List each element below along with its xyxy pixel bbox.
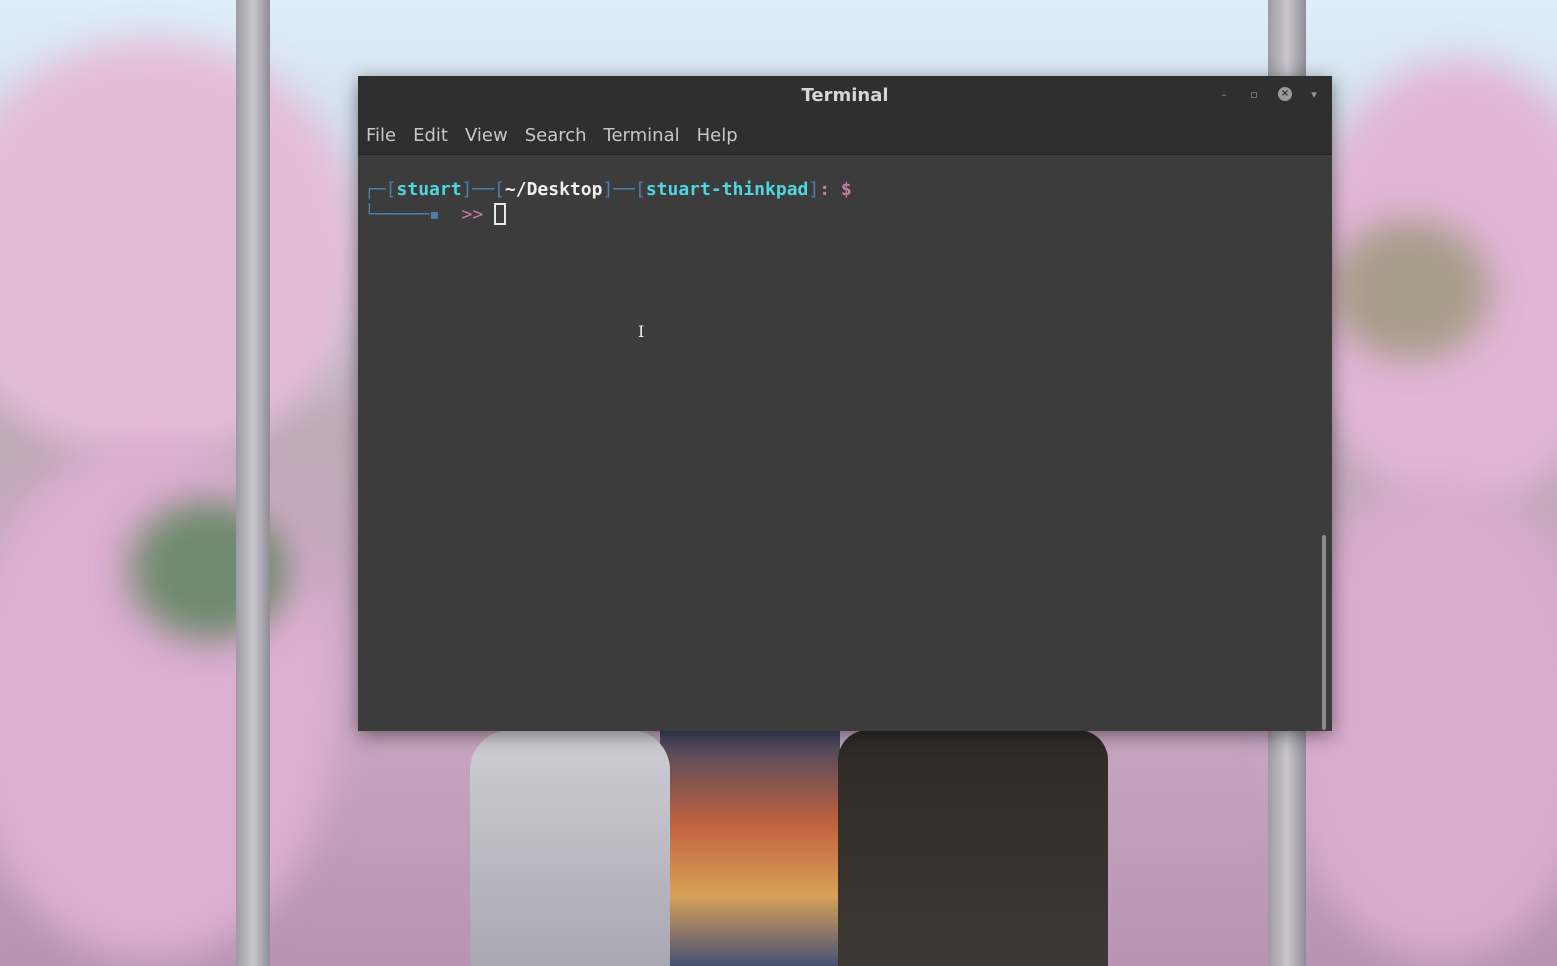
ibeam-cursor-icon: I xyxy=(638,322,645,341)
rock xyxy=(1330,220,1490,360)
menu-edit[interactable]: Edit xyxy=(405,125,456,146)
minimize-button[interactable]: – xyxy=(1216,87,1232,103)
prompt-separator: ]──[ xyxy=(602,179,646,200)
blossom-cluster xyxy=(0,40,360,460)
maximize-button[interactable]: ▫ xyxy=(1246,87,1262,103)
prompt-bracket-close: ] xyxy=(808,179,820,200)
pin-button[interactable]: ▾ xyxy=(1306,87,1322,103)
window-title: Terminal xyxy=(801,85,889,106)
city-view xyxy=(660,730,840,966)
menu-file[interactable]: File xyxy=(366,125,404,146)
title-bar[interactable]: Terminal – ▫ × ▾ xyxy=(358,76,1332,116)
continuation-prompt: >> xyxy=(461,204,484,225)
menu-search[interactable]: Search xyxy=(517,125,595,146)
prompt-colon: : xyxy=(819,179,831,200)
prompt-separator: ]──[ xyxy=(461,179,505,200)
prompt-user: stuart xyxy=(396,179,462,200)
prompt-symbol: $ xyxy=(840,179,852,200)
prompt-corner: ┌─[ xyxy=(364,179,397,200)
prompt-line: ┌─[stuart]──[~/Desktop]──[stuart-thinkpa… xyxy=(364,179,852,200)
scrollbar[interactable] xyxy=(1322,535,1326,730)
prompt-tail: └─────▪ xyxy=(364,204,462,225)
text-cursor xyxy=(494,203,507,225)
terminal-area[interactable]: ┌─[stuart]──[~/Desktop]──[stuart-thinkpa… xyxy=(358,155,1332,731)
menu-help[interactable]: Help xyxy=(689,125,746,146)
menu-bar: File Edit View Search Terminal Help xyxy=(358,116,1332,155)
input-line: └─────▪ >> xyxy=(364,203,507,225)
prompt-host: stuart-thinkpad xyxy=(645,179,809,200)
close-button[interactable]: × xyxy=(1278,87,1292,101)
terminal-window: Terminal – ▫ × ▾ File Edit View Search T… xyxy=(358,76,1332,731)
figure-silhouette xyxy=(838,730,1108,966)
menu-terminal[interactable]: Terminal xyxy=(596,125,688,146)
prompt-cwd: ~/Desktop xyxy=(504,179,603,200)
pillar xyxy=(236,0,270,966)
desktop-wallpaper: Terminal – ▫ × ▾ File Edit View Search T… xyxy=(0,0,1557,966)
menu-view[interactable]: View xyxy=(457,125,516,146)
figure-silhouette xyxy=(470,730,670,966)
